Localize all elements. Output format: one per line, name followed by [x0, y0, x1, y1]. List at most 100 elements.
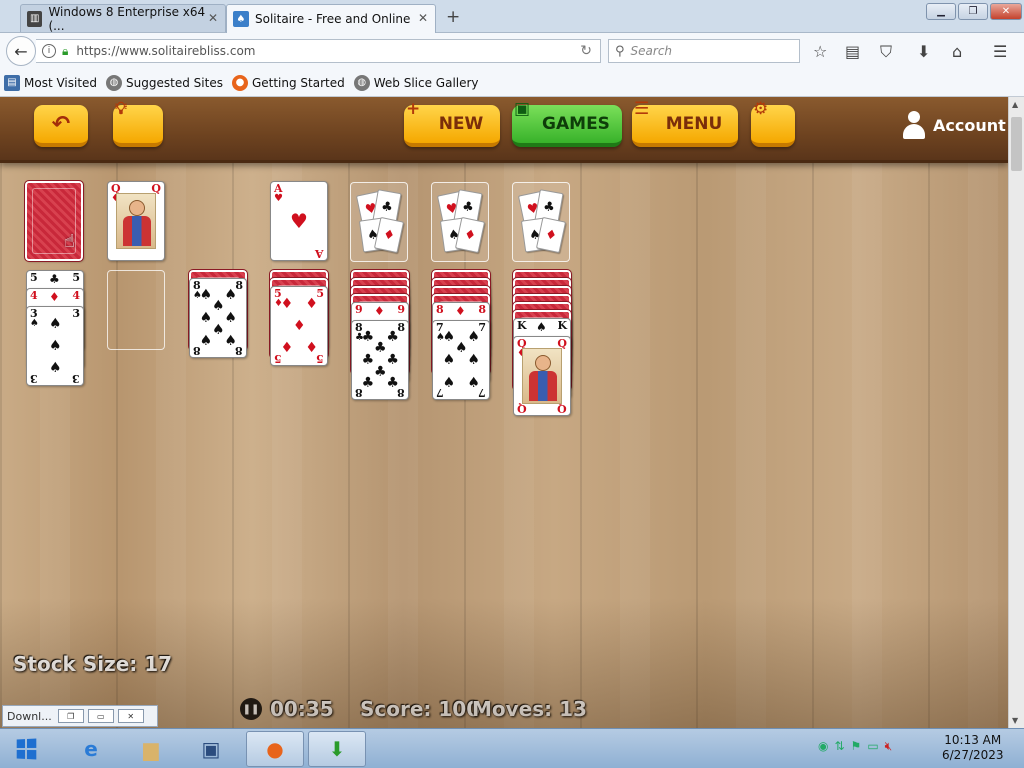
foundation-2[interactable]: ♥ ♣ ♠ ♦: [350, 182, 408, 262]
card-pip: ♣: [361, 328, 375, 345]
close-tab-icon[interactable]: ✕: [208, 11, 218, 25]
bookmark-getting-started[interactable]: ● Getting Started: [231, 74, 345, 91]
face-card-art: [522, 348, 562, 404]
new-label: NEW: [438, 114, 484, 134]
bookmark-web-slice-gallery[interactable]: ◍ Web Slice Gallery: [353, 74, 479, 91]
star-icon[interactable]: ☆: [813, 42, 827, 61]
card-rank: 3: [72, 307, 80, 320]
card-center-pip: ♥: [290, 209, 308, 233]
menu-button[interactable]: ☰ MENU: [632, 99, 738, 147]
volume-muted-icon[interactable]: 🔇︎: [885, 739, 893, 754]
waste-card[interactable]: Q ♦ Q: [107, 181, 165, 261]
card-pip: ♦: [305, 339, 318, 356]
card-pip: ♣: [386, 352, 399, 368]
tableau-card[interactable]: QQ♦QQ: [513, 336, 571, 416]
empty-tableau-slot[interactable]: [107, 270, 165, 350]
scroll-thumb[interactable]: [1011, 117, 1022, 171]
new-game-button[interactable]: + NEW: [404, 99, 500, 147]
search-input[interactable]: ⚲ Search: [608, 39, 800, 63]
close-icon[interactable]: ✕: [117, 709, 144, 723]
card-rank: Q: [557, 402, 567, 415]
undo-button[interactable]: ↶: [34, 105, 88, 147]
close-tab-icon[interactable]: ✕: [418, 11, 428, 25]
download-manager-icon[interactable]: ⬇: [308, 731, 366, 767]
card-pip: ♠: [467, 352, 480, 368]
card-pip: ♠: [212, 298, 225, 315]
card-pip: ♠: [199, 286, 213, 303]
url-text[interactable]: https://www.solitairebliss.com: [76, 44, 255, 58]
hand-cursor-icon: ☝: [64, 231, 75, 252]
card-pip: ♣: [361, 375, 375, 392]
media-app-icon[interactable]: ▣: [182, 731, 240, 767]
card-rank: 5: [72, 271, 80, 284]
browser-tab-bar: ▥ Windows 8 Enterprise x64 (... ✕ ♠ Soli…: [0, 0, 1024, 33]
tableau-card[interactable]: 5 5 ♦ 5 5 ♦ ♦ ♦ ♦ ♦: [270, 286, 328, 366]
firefox-icon[interactable]: ●: [246, 731, 304, 767]
restore-icon[interactable]: ❐: [57, 709, 84, 723]
cards-icon: ▣: [514, 99, 531, 119]
reload-icon[interactable]: ↻: [580, 43, 592, 59]
account-button[interactable]: Account: [903, 111, 1006, 139]
maximize-icon[interactable]: ▭: [87, 709, 114, 723]
pause-icon[interactable]: ❚❚: [240, 698, 262, 720]
solitaire-favicon: ♠: [233, 11, 249, 27]
card-rank: 5: [30, 271, 38, 284]
tab-windows8[interactable]: ▥ Windows 8 Enterprise x64 (... ✕: [20, 4, 226, 33]
download-icon[interactable]: ⬇: [917, 42, 930, 61]
restore-button[interactable]: ❐: [958, 3, 988, 20]
start-button[interactable]: [8, 735, 44, 763]
new-tab-icon[interactable]: +: [446, 7, 460, 27]
tab-solitaire[interactable]: ♠ Solitaire - Free and Online ✕: [226, 4, 436, 33]
back-icon[interactable]: ←: [6, 36, 36, 66]
reading-list-icon[interactable]: ▤: [845, 42, 860, 61]
settings-button[interactable]: ⚙: [751, 99, 795, 147]
url-bar[interactable]: i 🔒︎ https://www.solitairebliss.com ↻: [36, 39, 601, 63]
flag-icon[interactable]: ⚑: [851, 739, 862, 754]
plus-icon: +: [406, 99, 421, 119]
hint-icon: 💡︎: [115, 99, 127, 119]
card-pip: ♠: [442, 328, 456, 345]
tableau-card[interactable]: 8 8 ♠ 8 8 ♠ ♠ ♠ ♠ ♠ ♠ ♠ ♠: [189, 278, 247, 358]
sync-icon[interactable]: ⇅: [834, 739, 844, 754]
foundation-4[interactable]: ♥ ♣ ♠ ♦: [512, 182, 570, 262]
network-icon[interactable]: ◉: [818, 739, 828, 754]
file-explorer-icon[interactable]: ▆: [122, 731, 180, 767]
tableau-card[interactable]: 7 7 ♠ 7 7 ♠ ♠ ♠ ♠ ♠ ♠ ♠: [432, 320, 490, 400]
card-pip: ♠: [442, 375, 456, 392]
pocket-icon[interactable]: ⛉: [880, 42, 892, 62]
scroll-up-icon[interactable]: ▲: [1012, 100, 1018, 109]
solitaire-game: ↶ 💡︎ + NEW ▣ GAMES ☰ MENU ⚙ Account ☝ Q …: [0, 97, 1008, 728]
home-icon[interactable]: ⌂: [952, 42, 962, 61]
bookmarks-bar: ▤ Most Visited ◍ Suggested Sites ● Getti…: [0, 69, 1024, 97]
close-window-button[interactable]: ✕: [990, 3, 1022, 20]
internet-explorer-icon[interactable]: e: [62, 731, 120, 767]
card-pip: ♠: [49, 316, 62, 333]
card-rank: 4: [30, 289, 38, 302]
foundation-1[interactable]: A ♥ ♥ A: [270, 181, 328, 261]
page-scrollbar[interactable]: ▲ ▼: [1008, 97, 1024, 728]
card-pip: ♠: [199, 333, 213, 350]
monitor-icon[interactable]: ▭: [867, 739, 878, 754]
stock-size-text: Stock Size: 17: [13, 652, 173, 676]
tableau-card[interactable]: 3 3 ♠ 3 3 ♠ ♠ ♠: [26, 306, 84, 386]
tableau-card[interactable]: 8 8 ♣ 8 8 ♣ ♣ ♣ ♣ ♣ ♣ ♣ ♣: [351, 320, 409, 400]
scroll-down-icon[interactable]: ▼: [1012, 716, 1018, 725]
card-pip: ♠: [467, 328, 480, 345]
menu-lines-icon: ☰: [634, 99, 650, 119]
bookmark-suggested-sites[interactable]: ◍ Suggested Sites: [106, 74, 223, 91]
bookmark-label: Most Visited: [24, 75, 98, 90]
card-rank: K: [557, 319, 567, 332]
foundation-3[interactable]: ♥ ♣ ♠ ♦: [431, 182, 489, 262]
card-pip: ♣: [386, 328, 399, 345]
bookmark-most-visited[interactable]: ▤ Most Visited: [4, 74, 98, 91]
clock[interactable]: 10:13 AM 6/27/2023: [942, 733, 1004, 763]
info-icon[interactable]: i: [42, 44, 56, 58]
clock-date: 6/27/2023: [942, 748, 1004, 762]
games-button[interactable]: ▣ GAMES: [512, 99, 622, 147]
card-suit: ♠: [30, 318, 39, 329]
menu-icon[interactable]: ☰: [993, 42, 1007, 61]
hint-button[interactable]: 💡︎: [113, 99, 163, 147]
downloads-window[interactable]: Downl... ❐ ▭ ✕: [2, 705, 158, 727]
minimize-button[interactable]: ▁: [926, 3, 956, 20]
vm-icon: ▥: [27, 10, 43, 27]
